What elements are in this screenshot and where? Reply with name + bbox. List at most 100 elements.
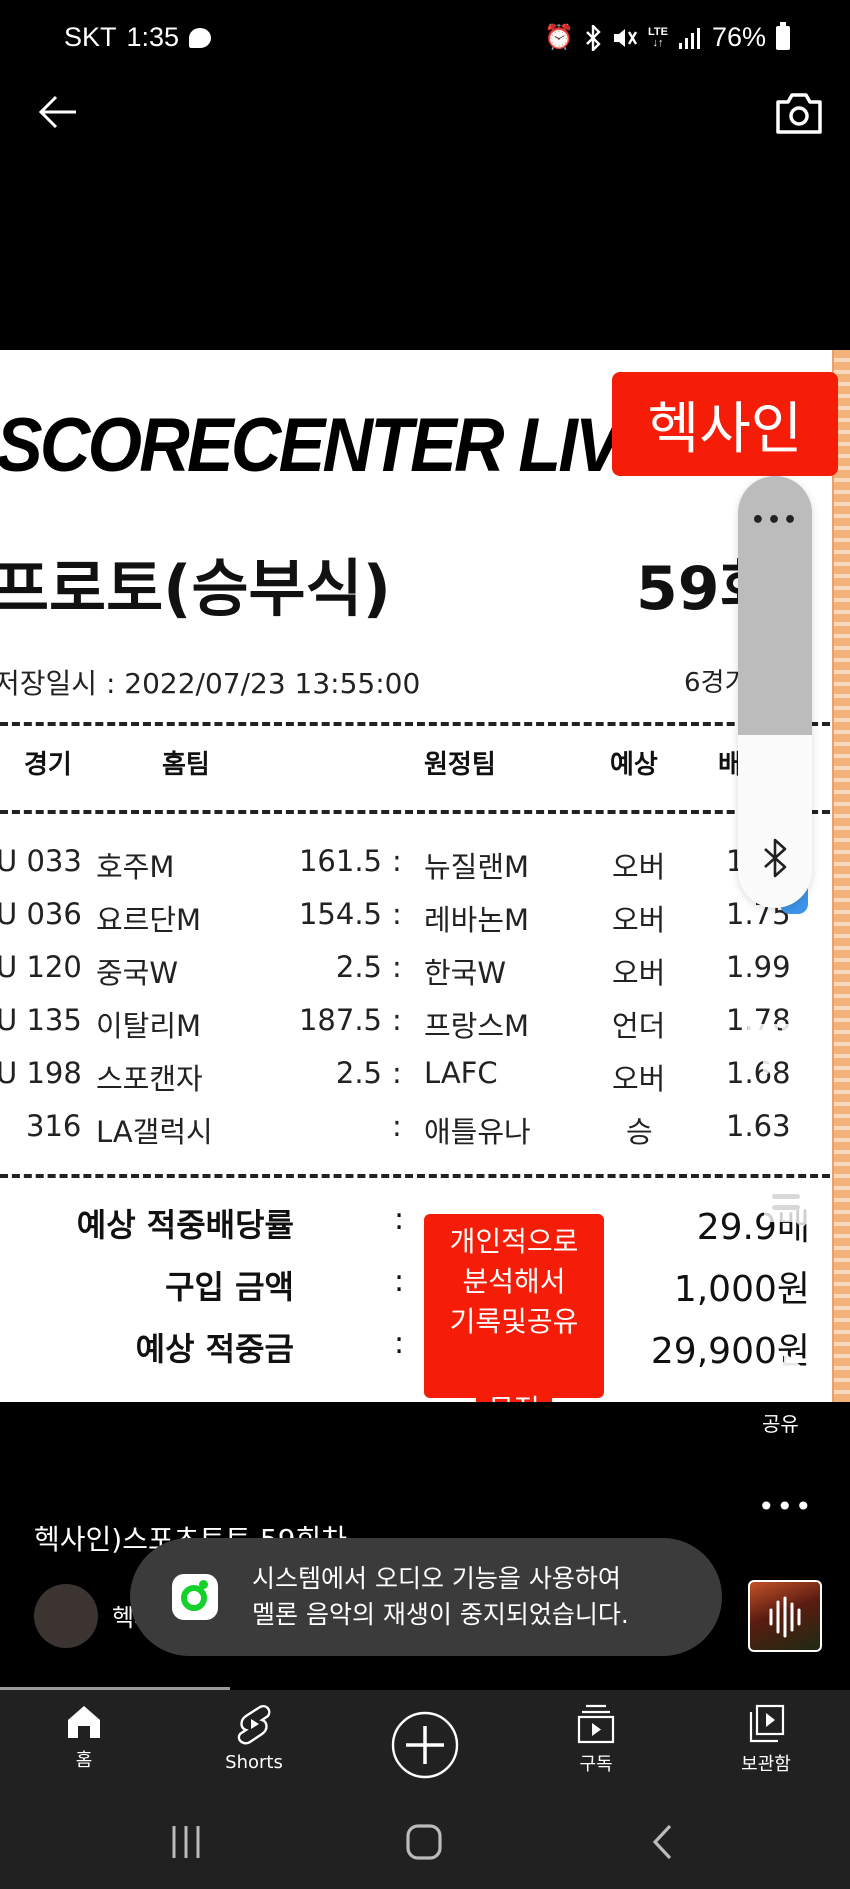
battery-icon (776, 21, 790, 50)
expected-odds-label: 예상 적중배당률 (76, 1206, 294, 1244)
home-icon (68, 1706, 100, 1738)
system-toast: 시스템에서 오디오 기능을 사용하여 멜론 음악의 재생이 중지되었습니다. (130, 1538, 722, 1656)
col-header-game: 경기 (24, 750, 72, 780)
nav-label: 보관함 (741, 1754, 791, 1775)
home-team: 스포캔자 (96, 1062, 203, 1096)
recents-button[interactable] (156, 1818, 216, 1866)
note-line: 개인적으로 (449, 1225, 579, 1258)
saved-date: 저장일시 : 2022/07/23 13:55:00 (0, 667, 421, 700)
pick: 오버 (612, 850, 666, 884)
camera-button[interactable] (774, 90, 824, 136)
decorative-stripe (832, 350, 850, 1402)
handicap-line: 161.5 (298, 844, 382, 878)
home-team: 요르단M (96, 903, 202, 937)
toast-line: 시스템에서 오디오 기능을 사용하여 (252, 1564, 621, 1593)
alarm-icon: ⏰ (544, 24, 574, 51)
brand-title: SCORECENTER LIVE (0, 403, 666, 488)
comments-button[interactable] (758, 1178, 814, 1234)
pick: 오버 (612, 956, 666, 990)
talk-bubble-icon (189, 27, 212, 48)
away-team: 한국W (424, 956, 507, 990)
back-icon (652, 1824, 672, 1860)
signal-icon (678, 27, 702, 49)
game-id: U 120 (0, 950, 82, 984)
volume-slider[interactable]: ••• (738, 476, 812, 908)
nav-subscriptions[interactable]: 구독 (536, 1704, 656, 1776)
divider (0, 810, 830, 814)
bluetooth-icon (584, 24, 602, 51)
pick: 오버 (612, 1062, 666, 1096)
separator: : (392, 1109, 402, 1143)
game-id: U 198 (0, 1056, 82, 1090)
lte-icon: LTE ↓↑ (647, 25, 668, 49)
divider (0, 722, 830, 726)
table-row: 316 LA갤럭시 : 애틀유나 승 1.63 (0, 1109, 830, 1159)
table-row: U 120 중국W 2.5 : 한국W 오버 1.99 (0, 950, 830, 1000)
dislike-button[interactable]: 싫어요 (744, 1018, 800, 1108)
handicap-line: 2.5 (335, 950, 382, 984)
melon-icon (172, 1574, 218, 1620)
pick: 언더 (612, 1009, 666, 1043)
home-system-button[interactable] (394, 1818, 454, 1866)
create-plus-icon (391, 1711, 459, 1779)
thumbs-down-icon (746, 1024, 794, 1074)
nav-label: 홈 (75, 1750, 93, 1771)
dislike-label: 싫어요 (747, 1086, 797, 1107)
separator: : (392, 844, 402, 878)
purchase-amount-label: 구입 금액 (165, 1268, 294, 1306)
network-type: LTE (647, 25, 668, 38)
col-header-away: 원정팀 (424, 750, 496, 780)
home-team: 중국W (96, 956, 179, 990)
handicap-line: 187.5 (298, 1003, 382, 1037)
more-options-button[interactable]: ••• (758, 1490, 814, 1523)
toast-message: 시스템에서 오디오 기능을 사용하여 멜론 음악의 재생이 중지되었습니다. (252, 1561, 629, 1633)
expected-winnings-label: 예상 적중금 (135, 1330, 294, 1368)
camera-icon (776, 93, 822, 134)
table-row: U 135 이탈리M 187.5 : 프랑스M 언더 1.78 (0, 1003, 830, 1053)
share-icon (756, 1352, 806, 1394)
handicap-line: 154.5 (298, 897, 382, 931)
nav-label: 구독 (579, 1754, 613, 1775)
proto-title: 프로토(승부식) (0, 552, 391, 625)
home-icon (406, 1824, 442, 1860)
separator: : (394, 1264, 405, 1299)
status-bar: SKT 1:35 ⏰ LTE ↓↑ 76% (0, 0, 850, 80)
share-label: 공유 (762, 1412, 799, 1436)
col-header-home: 홈팀 (162, 750, 210, 780)
game-id: U 036 (0, 897, 82, 931)
mute-icon (612, 26, 638, 50)
volume-more-button[interactable]: ••• (738, 508, 812, 533)
separator: : (394, 1202, 405, 1237)
away-team: 애틀유나 (424, 1115, 531, 1149)
pick: 승 (626, 1115, 653, 1149)
game-id: U 135 (0, 1003, 82, 1037)
nav-label: Shorts (225, 1752, 283, 1773)
col-header-pick: 예상 (610, 750, 658, 780)
battery-percent: 76% (711, 22, 766, 52)
share-button[interactable] (752, 1348, 808, 1398)
pick: 오버 (612, 903, 666, 937)
system-navigation (0, 1800, 850, 1889)
nav-home[interactable]: 홈 (24, 1704, 144, 1772)
away-team: 프랑스M (424, 1009, 530, 1043)
home-team: 이탈리M (96, 1009, 202, 1043)
home-team: 호주M (96, 850, 175, 884)
channel-avatar[interactable] (34, 1584, 98, 1648)
back-button[interactable] (36, 92, 82, 132)
separator: : (392, 950, 402, 984)
comment-icon (764, 1182, 808, 1228)
odds: 1.63 (726, 1109, 791, 1143)
nav-create[interactable] (365, 1710, 485, 1780)
video-player[interactable]: SCORECENTER LIVE 헥사인 프로토(승부식) 59회 저장일시 :… (0, 350, 850, 1402)
table-row: U 198 스포캔자 2.5 : LAFC 오버 1.68 (0, 1056, 830, 1106)
note-line: 분석해서 (462, 1265, 566, 1298)
arrow-left-icon (38, 95, 76, 129)
nav-library[interactable]: 보관함 (706, 1704, 826, 1776)
music-thumbnail[interactable] (748, 1580, 822, 1652)
separator: : (392, 1003, 402, 1037)
shorts-icon (237, 1705, 271, 1745)
back-system-button[interactable] (632, 1818, 692, 1866)
separator: : (394, 1326, 405, 1361)
bluetooth-icon[interactable] (760, 838, 790, 878)
nav-shorts[interactable]: Shorts (194, 1704, 314, 1773)
